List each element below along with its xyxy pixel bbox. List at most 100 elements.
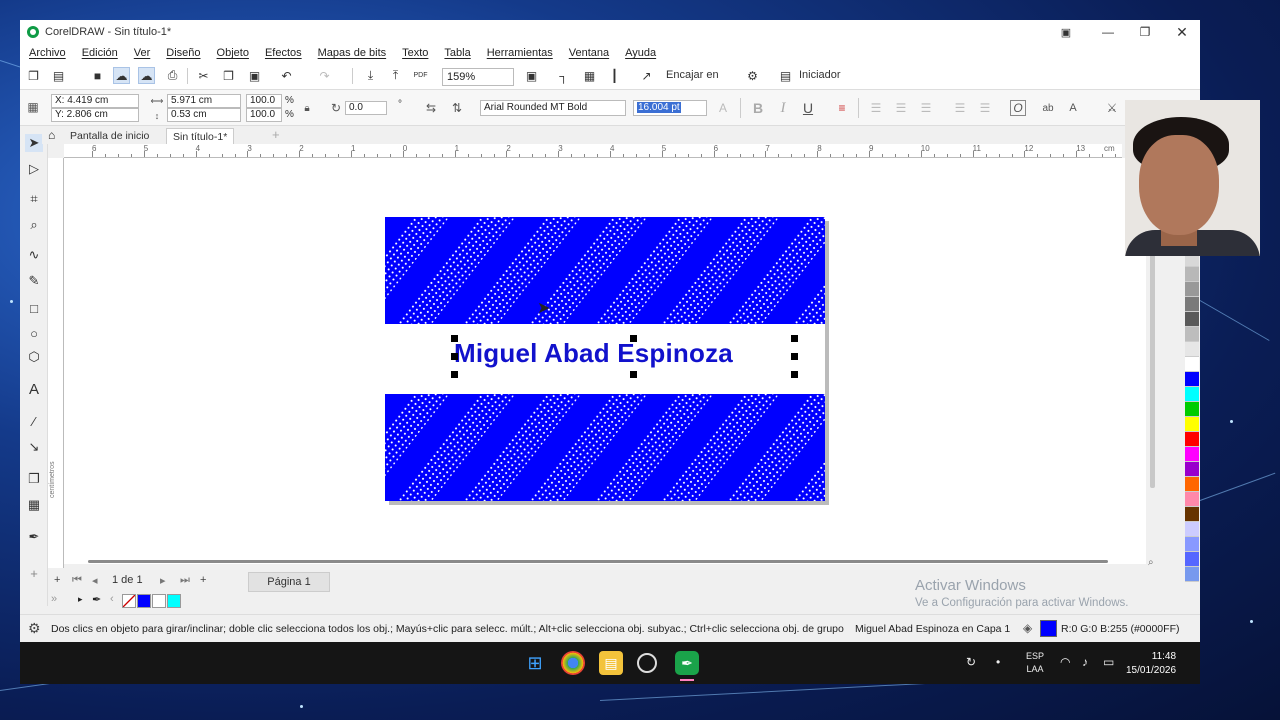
polygon-tool-icon[interactable]: ⬡	[25, 348, 43, 366]
y-position-field[interactable]: Y: 2.806 cm	[51, 108, 139, 122]
pdf-export-icon[interactable]: PDF	[412, 67, 429, 84]
options-gear-icon[interactable]: ⚙	[744, 67, 761, 84]
parallel-dimension-tool-icon[interactable]: ∕	[25, 412, 43, 430]
first-page-icon[interactable]: ⏮︎	[72, 574, 82, 587]
system-clock[interactable]: 11:48 15/01/2026	[1126, 650, 1176, 678]
palette-swatch[interactable]	[1185, 492, 1199, 507]
redo-icon[interactable]: ↷	[316, 67, 333, 84]
menu-ayuda[interactable]: Ayuda	[625, 47, 656, 59]
coreldraw-taskbar-icon[interactable]: ✒	[675, 651, 699, 675]
grid-icon[interactable]: ▦	[581, 67, 598, 84]
dropcap-icon[interactable]: ☰	[918, 100, 934, 116]
doc-swatch-white[interactable]	[152, 594, 166, 608]
cloud-upload-icon[interactable]: ☁	[138, 67, 155, 84]
palette-swatch[interactable]	[1185, 417, 1199, 432]
cut-icon[interactable]: ✂	[195, 67, 212, 84]
bold-icon[interactable]: B	[750, 100, 766, 116]
palette-swatch[interactable]	[1185, 387, 1199, 402]
indent-increase-icon[interactable]: ☰	[952, 100, 968, 116]
bullet-list-icon[interactable]: ☰	[868, 100, 884, 116]
account-icon[interactable]: ▣	[1048, 20, 1084, 44]
selection-handle-ml[interactable]	[451, 353, 458, 360]
palette-swatch[interactable]	[1185, 552, 1199, 567]
palette-menu-icon[interactable]: ▸	[78, 594, 83, 605]
language-indicator[interactable]: ESP LAA	[1026, 650, 1044, 676]
tab-pantalla-de-inicio[interactable]: Pantalla de inicio	[64, 128, 155, 144]
menu-objeto[interactable]: Objeto	[217, 47, 249, 59]
palette-swatch[interactable]	[1185, 447, 1199, 462]
prev-page-icon[interactable]: ◂	[92, 574, 98, 587]
height-field[interactable]: 0.53 cm	[167, 108, 241, 122]
menu-herramientas[interactable]: Herramientas	[487, 47, 553, 59]
indent-decrease-icon[interactable]: ☰	[977, 100, 993, 116]
add-tool-icon[interactable]: +	[25, 564, 43, 582]
wifi-icon[interactable]: ◠	[1060, 655, 1070, 669]
zoom-corner-icon[interactable]: ⌕	[1148, 557, 1154, 568]
undo-icon[interactable]: ↶	[278, 67, 295, 84]
add-page-after-icon[interactable]: +	[200, 574, 206, 586]
text-align-icon[interactable]: ≡	[834, 100, 850, 116]
palette-swatch[interactable]	[1185, 507, 1199, 522]
zoom-tool-icon[interactable]: ⌕	[25, 216, 43, 234]
print-icon[interactable]: ⎙	[164, 67, 181, 84]
menu-efectos[interactable]: Efectos	[265, 47, 302, 59]
launcher-icon[interactable]: ▤	[777, 67, 794, 84]
microphone-icon[interactable]: •	[996, 655, 1000, 669]
menu-diseno[interactable]: Diseño	[166, 47, 200, 59]
start-menu-icon[interactable]: ⊞	[523, 651, 547, 675]
palette-eyedropper-icon[interactable]: ✒	[92, 593, 101, 606]
italic-icon[interactable]: I	[775, 100, 791, 116]
palette-swatch[interactable]	[1185, 522, 1199, 537]
selection-handle-tc[interactable]	[630, 335, 637, 342]
selection-handle-tr[interactable]	[791, 335, 798, 342]
selection-handle-tl[interactable]	[451, 335, 458, 342]
shape-tool-icon[interactable]: ▷	[25, 160, 43, 178]
rotation-angle-field[interactable]: 0.0	[345, 101, 387, 115]
launcher-dropdown[interactable]: Iniciador	[799, 69, 841, 81]
palette-swatch[interactable]	[1185, 297, 1199, 312]
text-properties-icon[interactable]: O	[1010, 100, 1026, 116]
rulers-icon[interactable]: ┐	[555, 67, 572, 84]
palette-swatch[interactable]	[1185, 342, 1199, 357]
palette-swatch[interactable]	[1185, 282, 1199, 297]
palette-scroll-left-icon[interactable]: ‹	[110, 593, 114, 605]
x-position-field[interactable]: X: 4.419 cm	[51, 94, 139, 108]
object-origin-icon[interactable]: ▦	[25, 99, 41, 115]
eyedropper-tool-icon[interactable]: ✒	[25, 528, 43, 546]
status-gear-icon[interactable]: ⚙	[28, 620, 41, 637]
doc-swatch-blue[interactable]	[137, 594, 151, 608]
underline-icon[interactable]: U	[800, 100, 816, 116]
scale-height-field[interactable]: 100.0	[246, 108, 282, 122]
menu-ver[interactable]: Ver	[134, 47, 151, 59]
selection-handle-mr[interactable]	[791, 353, 798, 360]
snap-to-dropdown[interactable]: Encajar en	[666, 69, 719, 81]
import-icon[interactable]: ⤓	[362, 67, 379, 84]
palette-swatch[interactable]	[1185, 312, 1199, 327]
rectangle-tool-icon[interactable]: □	[25, 299, 43, 317]
file-explorer-icon[interactable]: ▤	[599, 651, 623, 675]
menu-mapas-de-bits[interactable]: Mapas de bits	[318, 47, 386, 59]
palette-swatch[interactable]	[1185, 567, 1199, 582]
save-icon[interactable]: ■	[89, 67, 106, 84]
menu-edicion[interactable]: Edición	[82, 47, 118, 59]
freehand-tool-icon[interactable]: ∿	[25, 246, 43, 264]
drawing-canvas[interactable]: Miguel Abad Espinoza ➤	[64, 158, 1146, 564]
palette-swatch[interactable]	[1185, 327, 1199, 342]
no-color-swatch[interactable]	[122, 594, 136, 608]
palette-swatch[interactable]	[1185, 402, 1199, 417]
horizontal-scroll-thumb[interactable]	[88, 560, 1108, 563]
snap-icon[interactable]: ↗	[638, 67, 655, 84]
minimize-button[interactable]: —	[1090, 20, 1126, 44]
palette-swatch[interactable]	[1185, 432, 1199, 447]
palette-swatch[interactable]	[1185, 537, 1199, 552]
next-page-icon[interactable]: ▸	[160, 574, 166, 587]
variable-font-icon[interactable]: A	[715, 100, 731, 116]
connector-tool-icon[interactable]: ↘	[25, 438, 43, 456]
guidelines-icon[interactable]: ┃	[606, 67, 623, 84]
drop-shadow-tool-icon[interactable]: ❐	[25, 470, 43, 488]
doc-swatch-cyan[interactable]	[167, 594, 181, 608]
mirror-horizontal-icon[interactable]: ⇆	[423, 100, 439, 116]
palette-swatch[interactable]	[1185, 477, 1199, 492]
card-name-text[interactable]: Miguel Abad Espinoza	[454, 338, 733, 369]
edit-text-icon[interactable]: ab	[1040, 100, 1056, 116]
